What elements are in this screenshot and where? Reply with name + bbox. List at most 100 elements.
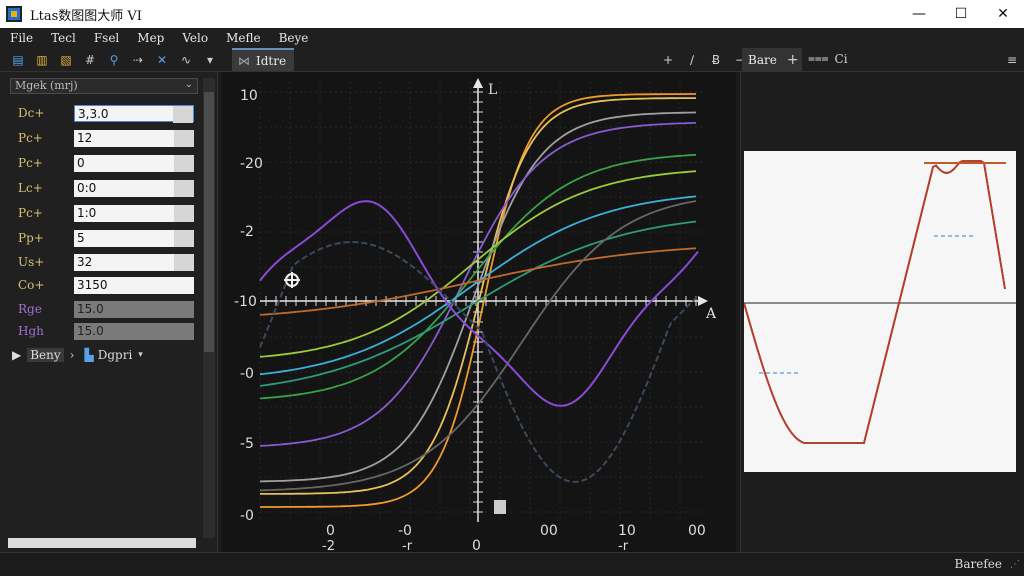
prop-input[interactable]: 0:0 xyxy=(74,179,194,197)
prop-input[interactable]: 0 xyxy=(74,154,194,172)
y-tick-label: -10 xyxy=(234,294,257,310)
property-set-dropdown[interactable]: Mgek (mrj) ⌄ xyxy=(10,78,198,94)
vertical-scrollbar[interactable] xyxy=(203,78,215,538)
grid-icon[interactable]: # xyxy=(78,50,102,70)
menu-fsel[interactable]: Fsel xyxy=(94,31,119,45)
dgpri-dropdown[interactable]: Dgpri xyxy=(98,348,133,362)
chevron-down-icon[interactable]: ▾ xyxy=(138,350,143,360)
prop-input[interactable]: 15.0 xyxy=(74,300,194,318)
tab-idtre[interactable]: ⋈ Idtre xyxy=(232,48,294,71)
window-title: Ltas数图图大师 VI xyxy=(30,8,142,24)
y-tick-label: -20 xyxy=(240,156,263,172)
menu-velo[interactable]: Velo xyxy=(182,31,208,45)
y-tick-label: -2 xyxy=(240,224,254,240)
prop-input[interactable]: 32 xyxy=(74,253,194,271)
spinner-icon[interactable] xyxy=(174,229,194,247)
prop-input[interactable]: 12 xyxy=(74,129,194,147)
tab-ci-label[interactable]: Ci xyxy=(835,52,848,66)
prop-value: 12 xyxy=(77,130,93,145)
plot-area[interactable]: L A 10 -20 -2 -10 -0 -5 -0 0 -0 0 00 10 … xyxy=(222,72,736,554)
spinner-icon[interactable] xyxy=(174,179,194,197)
arrow-icon[interactable]: ⇢ xyxy=(126,50,150,70)
prop-label: Us+ xyxy=(18,255,45,269)
x-axis-label: A xyxy=(705,306,717,322)
prop-input[interactable]: 3150 xyxy=(74,276,194,294)
prop-label: Rge xyxy=(18,302,42,316)
marker-icon[interactable] xyxy=(494,500,506,514)
horizontal-scrollbar[interactable] xyxy=(8,538,196,548)
menu-icon[interactable]: ≡ xyxy=(1000,50,1024,70)
bottom-controls: ▶ Beny › ▙ Dgpri ▾ xyxy=(12,348,143,362)
prop-row: Co+ 3150 xyxy=(18,276,198,294)
prop-value: 0:0 xyxy=(77,180,97,195)
copy-icon[interactable]: ▧ xyxy=(54,50,78,70)
menu-file[interactable]: File xyxy=(10,31,33,45)
x-tick-label: -r xyxy=(618,539,629,552)
prop-value: 15.0 xyxy=(77,323,104,338)
prop-row: Pc+ 1:0 xyxy=(18,204,198,222)
spinner-icon[interactable] xyxy=(174,253,194,271)
prop-row: Pc+ 0 xyxy=(18,154,198,172)
spinner-icon[interactable] xyxy=(174,154,194,172)
tab-bare[interactable]: Bare + xyxy=(742,48,802,71)
open-file-icon[interactable]: ▤ xyxy=(6,50,30,70)
menu-mep[interactable]: Mep xyxy=(137,31,164,45)
prop-row: Pp+ 5 xyxy=(18,229,198,247)
save-icon[interactable]: ▥ xyxy=(30,50,54,70)
prop-label: Hgh xyxy=(18,324,44,338)
list-icon[interactable]: ⩶ xyxy=(808,51,829,66)
y-tick-label: -5 xyxy=(240,436,254,452)
prop-label: Pp+ xyxy=(18,231,44,245)
chevron-down-icon[interactable]: ▾ xyxy=(198,50,222,70)
x-tick-label: 00 xyxy=(540,523,558,539)
beny-button[interactable]: Beny xyxy=(27,348,64,362)
prop-row: Dc+ 3,3.0 xyxy=(18,104,198,123)
x-tick-label: -r xyxy=(402,539,413,552)
prop-value: 5 xyxy=(77,230,85,245)
tab-bare-label: Bare xyxy=(748,52,777,67)
prop-label: Pc+ xyxy=(18,156,43,170)
prop-row: Pc+ 12 xyxy=(18,129,198,147)
scrollbar-thumb[interactable] xyxy=(204,92,214,352)
prop-value: 0 xyxy=(77,155,85,170)
minimize-button[interactable]: — xyxy=(898,0,940,28)
cross-icon[interactable]: ✕ xyxy=(150,50,174,70)
prop-value: 1:0 xyxy=(77,205,97,220)
prop-label: Dc+ xyxy=(18,106,45,120)
x-tick-label: -2 xyxy=(322,539,335,552)
wave-icon[interactable]: ∿ xyxy=(174,50,198,70)
prop-input[interactable]: 3,3.0 xyxy=(74,104,194,123)
add-icon[interactable]: + xyxy=(656,50,680,70)
line-tool-icon[interactable]: ∕ xyxy=(680,50,704,70)
prop-label: Lc+ xyxy=(18,181,43,195)
spinner-icon[interactable] xyxy=(173,105,193,123)
prop-input[interactable]: 1:0 xyxy=(74,204,194,222)
tab-idtre-label: Idtre xyxy=(256,53,287,68)
maximize-button[interactable]: ☐ xyxy=(940,0,982,28)
status-text: Barefee xyxy=(954,557,1002,571)
prop-row: Rge 15.0 xyxy=(18,300,198,318)
y-tick-label: -0 xyxy=(240,366,254,382)
plus-icon[interactable]: + xyxy=(787,52,799,68)
bold-b-icon[interactable]: Ƀ xyxy=(704,50,728,70)
spinner-icon[interactable] xyxy=(174,129,194,147)
x-axis-arrow-icon xyxy=(698,296,708,306)
spinner-icon[interactable] xyxy=(174,204,194,222)
x-tick-label: -0 xyxy=(398,523,412,539)
y-tick-label: 10 xyxy=(240,88,258,104)
menu-beye[interactable]: Beye xyxy=(279,31,309,45)
dropdown-value: Mgek (mrj) xyxy=(15,79,78,92)
app-icon xyxy=(6,6,22,22)
prop-input[interactable]: 15.0 xyxy=(74,322,194,340)
pin-icon[interactable]: ⚲ xyxy=(102,50,126,70)
resize-grip-icon[interactable]: ⋰ xyxy=(1010,559,1020,570)
arrow-right-icon[interactable]: › xyxy=(70,348,75,362)
play-icon[interactable]: ▶ xyxy=(12,348,21,362)
x-tick-label: 10 xyxy=(618,523,636,539)
close-button[interactable]: ✕ xyxy=(982,0,1024,28)
crosshair-icon[interactable] xyxy=(284,272,300,288)
menu-mefle[interactable]: Mefle xyxy=(226,31,261,45)
prop-input[interactable]: 5 xyxy=(74,229,194,247)
preview-chart[interactable] xyxy=(743,151,1016,472)
menu-tecl[interactable]: Tecl xyxy=(51,31,76,45)
